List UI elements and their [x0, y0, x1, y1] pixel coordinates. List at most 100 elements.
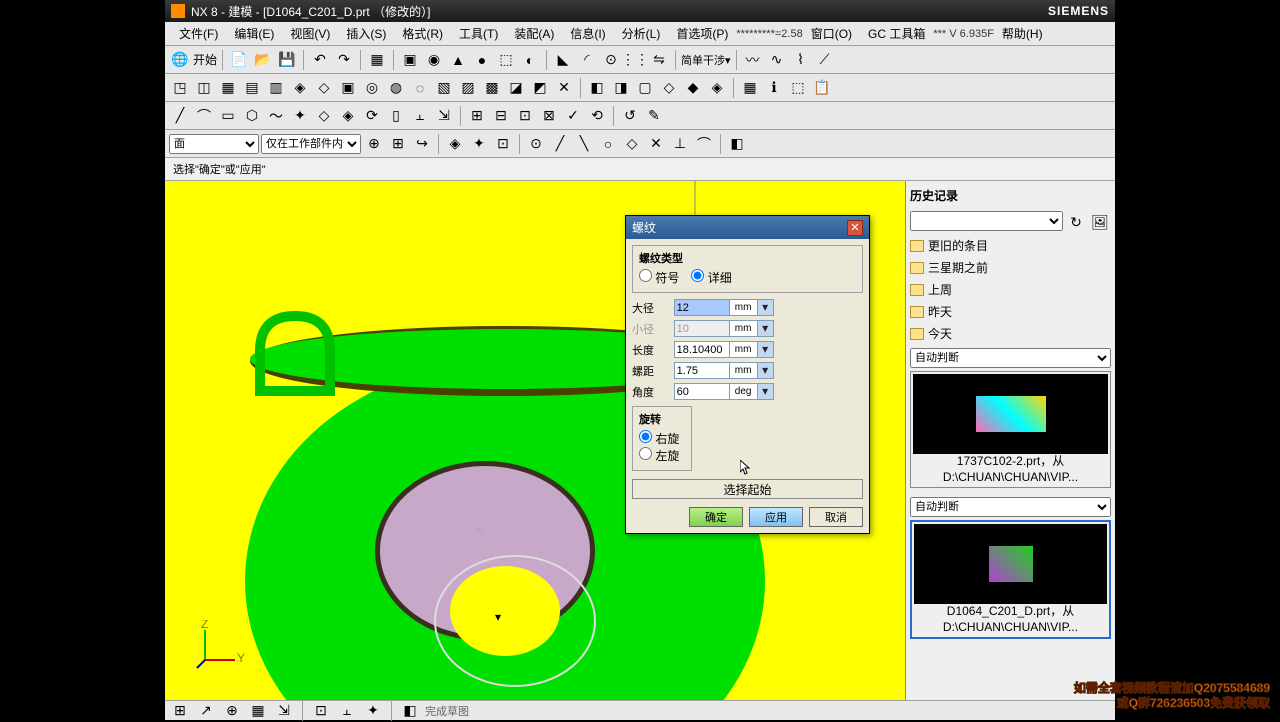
- start-button[interactable]: 🌐: [169, 49, 191, 71]
- menu-analysis[interactable]: 分析(L): [614, 25, 669, 42]
- t2-09-icon[interactable]: ◎: [361, 77, 383, 99]
- t2-11-icon[interactable]: ◌: [409, 77, 431, 99]
- t2-07-icon[interactable]: ◇: [313, 77, 335, 99]
- menu-assemblies[interactable]: 装配(A): [506, 25, 562, 42]
- t3-08-icon[interactable]: ◈: [337, 105, 359, 127]
- folder-threeweeks[interactable]: 三星期之前: [910, 258, 1111, 277]
- sphere-icon[interactable]: ●: [471, 49, 493, 71]
- snap-quad-icon[interactable]: ◇: [621, 133, 643, 155]
- bb-08-icon[interactable]: ✦: [362, 700, 384, 722]
- open-icon[interactable]: 📂: [252, 49, 274, 71]
- dd-icon[interactable]: ▾: [758, 299, 774, 316]
- cylinder-icon[interactable]: ◉: [423, 49, 445, 71]
- point-icon[interactable]: ✦: [289, 105, 311, 127]
- t3-13-icon[interactable]: ⊞: [466, 105, 488, 127]
- major-dia-input[interactable]: [674, 299, 730, 316]
- t2-15-icon[interactable]: ◪: [505, 77, 527, 99]
- t2-26-icon[interactable]: ⬚: [787, 77, 809, 99]
- line-icon[interactable]: ╱: [169, 105, 191, 127]
- new-icon[interactable]: 📄: [228, 49, 250, 71]
- pattern-icon[interactable]: ⋮⋮: [624, 49, 646, 71]
- block-icon[interactable]: ▣: [399, 49, 421, 71]
- curve1-icon[interactable]: 〰: [742, 49, 764, 71]
- t2-05-icon[interactable]: ▥: [265, 77, 287, 99]
- curve4-icon[interactable]: ⟋: [814, 49, 836, 71]
- t4-06-icon[interactable]: ⊡: [492, 133, 514, 155]
- pitch-input[interactable]: [674, 362, 730, 379]
- spline-icon[interactable]: 〜: [265, 105, 287, 127]
- ok-button[interactable]: 确定: [689, 507, 743, 527]
- t2-18-icon[interactable]: ◧: [586, 77, 608, 99]
- radio-symbol[interactable]: 符号: [639, 269, 679, 286]
- t3-11-icon[interactable]: ⫠: [409, 105, 431, 127]
- t2-19-icon[interactable]: ◨: [610, 77, 632, 99]
- copy-icon[interactable]: ▦: [366, 49, 388, 71]
- snap-center-icon[interactable]: ○: [597, 133, 619, 155]
- finish-sketch-label[interactable]: 完成草图: [425, 703, 469, 719]
- t2-22-icon[interactable]: ◆: [682, 77, 704, 99]
- t3-10-icon[interactable]: ▯: [385, 105, 407, 127]
- t2-27-icon[interactable]: 📋: [811, 77, 833, 99]
- folder-yesterday[interactable]: 昨天: [910, 302, 1111, 321]
- dd-icon[interactable]: ▾: [758, 383, 774, 400]
- bb-09-icon[interactable]: ◧: [399, 700, 421, 722]
- dd-icon[interactable]: ▾: [758, 320, 774, 337]
- browse-icon[interactable]: 🖼: [1089, 211, 1111, 233]
- snap-end-icon[interactable]: ╱: [549, 133, 571, 155]
- bb-06-icon[interactable]: ⊡: [310, 700, 332, 722]
- bb-07-icon[interactable]: ⫠: [336, 700, 358, 722]
- dd-icon[interactable]: ▾: [758, 341, 774, 358]
- extrude-icon[interactable]: ⬚: [495, 49, 517, 71]
- t2-13-icon[interactable]: ▨: [457, 77, 479, 99]
- t3-09-icon[interactable]: ⟳: [361, 105, 383, 127]
- chamfer-icon[interactable]: ◣: [552, 49, 574, 71]
- menu-tools[interactable]: 工具(T): [451, 25, 506, 42]
- history-search-dropdown[interactable]: [910, 211, 1063, 231]
- t2-23-icon[interactable]: ◈: [706, 77, 728, 99]
- angle-input[interactable]: [674, 383, 730, 400]
- revolve-icon[interactable]: ◐: [519, 49, 541, 71]
- t2-16-icon[interactable]: ◩: [529, 77, 551, 99]
- t2-24-icon[interactable]: ▦: [739, 77, 761, 99]
- history-item-1[interactable]: 1737C102-2.prt，从 D:\CHUAN\CHUAN\VIP...: [910, 371, 1111, 488]
- selection-scope-dropdown[interactable]: 仅在工作部件内部: [261, 134, 361, 154]
- snap-tan-icon[interactable]: ⌒: [693, 133, 715, 155]
- t2-12-icon[interactable]: ▧: [433, 77, 455, 99]
- simple-interfere[interactable]: 简单干涉▾: [681, 52, 731, 68]
- t2-08-icon[interactable]: ▣: [337, 77, 359, 99]
- folder-older[interactable]: 更旧的条目: [910, 236, 1111, 255]
- cancel-button[interactable]: 取消: [809, 507, 863, 527]
- t2-03-icon[interactable]: ▦: [217, 77, 239, 99]
- close-icon[interactable]: ✕: [847, 220, 863, 236]
- t2-14-icon[interactable]: ▩: [481, 77, 503, 99]
- t3-18-icon[interactable]: ⟲: [586, 105, 608, 127]
- t3-20-icon[interactable]: ✎: [643, 105, 665, 127]
- fillet-icon[interactable]: ◜: [576, 49, 598, 71]
- view-iso-icon[interactable]: ◧: [726, 133, 748, 155]
- bb-05-icon[interactable]: ⇲: [273, 700, 295, 722]
- bb-02-icon[interactable]: ↗: [195, 700, 217, 722]
- snap-perp-icon[interactable]: ⊥: [669, 133, 691, 155]
- redo-icon[interactable]: ↷: [333, 49, 355, 71]
- t2-02-icon[interactable]: ◫: [193, 77, 215, 99]
- snap-mid-icon[interactable]: ╲: [573, 133, 595, 155]
- bb-01-icon[interactable]: ⊞: [169, 700, 191, 722]
- select-start-button[interactable]: 选择起始: [632, 479, 863, 499]
- save-icon[interactable]: 💾: [276, 49, 298, 71]
- t2-01-icon[interactable]: ◳: [169, 77, 191, 99]
- selection-type-dropdown[interactable]: 面: [169, 134, 259, 154]
- menu-insert[interactable]: 插入(S): [338, 25, 394, 42]
- t4-07-icon[interactable]: ⊙: [525, 133, 547, 155]
- snap-int-icon[interactable]: ✕: [645, 133, 667, 155]
- menu-gctool[interactable]: GC 工具箱: [860, 25, 933, 42]
- apply-button[interactable]: 应用: [749, 507, 803, 527]
- cone-icon[interactable]: ▲: [447, 49, 469, 71]
- t2-06-icon[interactable]: ◈: [289, 77, 311, 99]
- t2-04-icon[interactable]: ▤: [241, 77, 263, 99]
- rect-icon[interactable]: ▭: [217, 105, 239, 127]
- history-filter2-dropdown[interactable]: 自动判断: [910, 497, 1111, 517]
- bb-03-icon[interactable]: ⊕: [221, 700, 243, 722]
- curve3-icon[interactable]: ⌇: [790, 49, 812, 71]
- undo-icon[interactable]: ↶: [309, 49, 331, 71]
- menu-view[interactable]: 视图(V): [282, 25, 338, 42]
